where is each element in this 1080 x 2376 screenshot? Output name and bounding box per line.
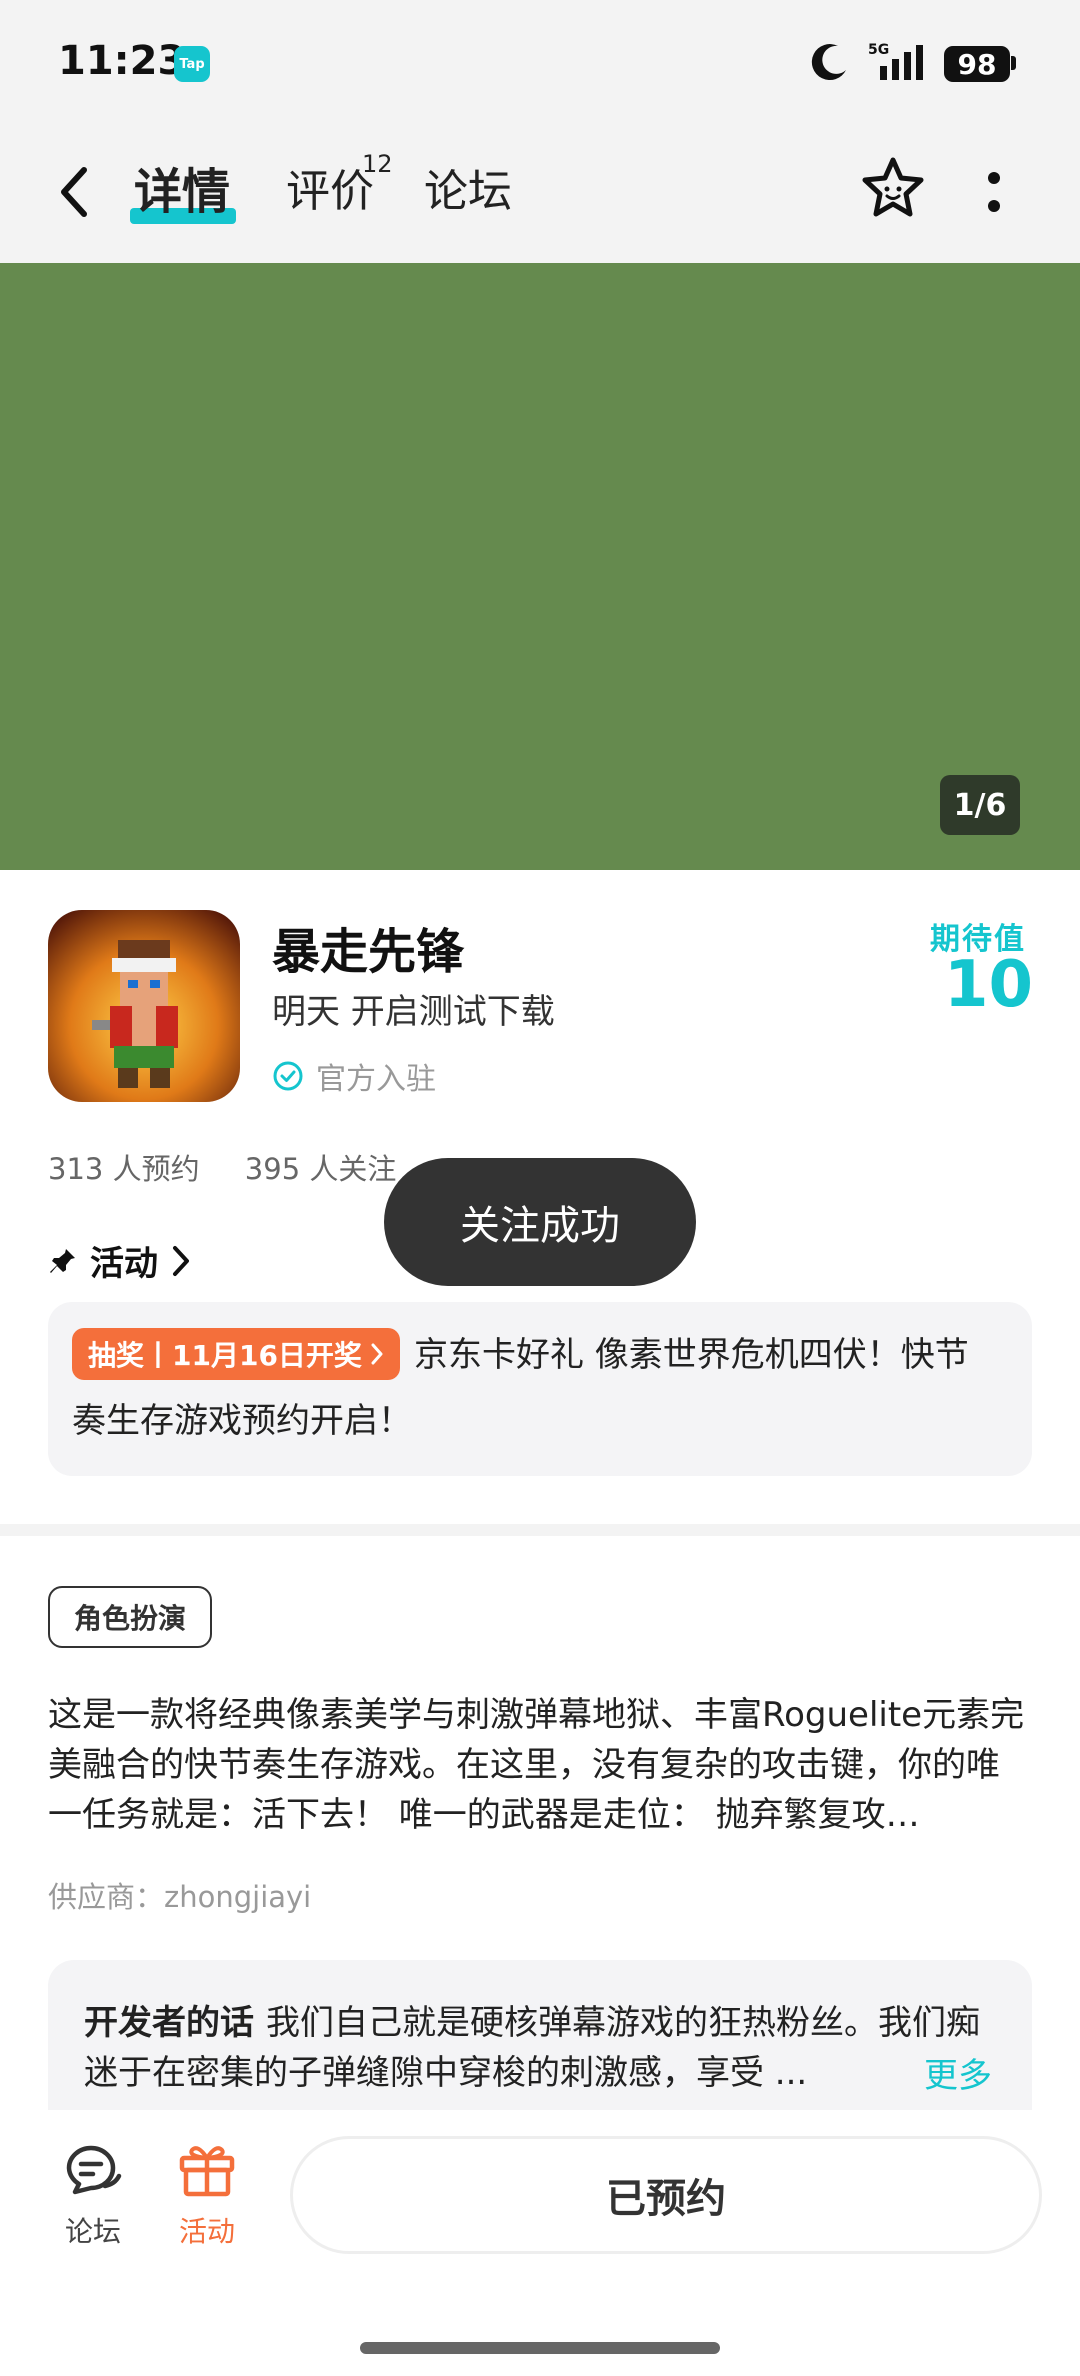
- genre-tag[interactable]: 角色扮演: [48, 1586, 212, 1648]
- reserved-button[interactable]: 已预约: [290, 2136, 1042, 2254]
- activity-section-header[interactable]: 活动: [48, 1236, 192, 1285]
- chat-bubble-icon: [66, 2145, 122, 2195]
- supplier-label: 供应商：zhongjiayi: [48, 1880, 312, 1914]
- game-icon: [48, 910, 240, 1102]
- game-subtitle: 明天 开启测试下载: [272, 992, 555, 1032]
- section-divider: [0, 1524, 1080, 1536]
- official-label: 官方入驻: [316, 1062, 436, 1097]
- signal-5g-icon: 5G: [868, 42, 923, 80]
- home-indicator[interactable]: [360, 2342, 720, 2354]
- status-time: 11:23: [58, 38, 186, 84]
- chevron-right-icon: [173, 1245, 189, 1276]
- game-title: 暴走先锋: [272, 924, 465, 980]
- tab-details[interactable]: 详情: [134, 162, 230, 222]
- toast-message: 关注成功: [384, 1158, 696, 1286]
- game-stats: 313 人预约 395 人关注: [48, 1146, 432, 1188]
- media-pager: 1/6: [940, 775, 1020, 835]
- more-link[interactable]: 更多: [918, 2048, 992, 2097]
- check-circle-icon: [273, 1061, 303, 1091]
- moon-icon: [811, 44, 846, 81]
- pin-icon: [50, 1248, 75, 1273]
- expect-value: 10: [944, 948, 1034, 1022]
- follower-count: 395 人关注: [244, 1152, 397, 1186]
- taptap-icon: Tap: [174, 46, 210, 82]
- nav-activity-label: 活动: [178, 2215, 235, 2248]
- gift-icon: [179, 2146, 235, 2197]
- lottery-tag[interactable]: 抽奖丨11月16日开奖: [72, 1328, 400, 1380]
- lottery-tag-label: 抽奖丨11月16日开奖: [88, 1339, 362, 1372]
- more-vertical-icon[interactable]: [986, 170, 1002, 214]
- svg-text:5G: 5G: [868, 42, 889, 58]
- nav-forum-label: 论坛: [64, 2215, 121, 2248]
- nav-forum[interactable]: 论坛: [58, 2140, 128, 2250]
- game-description[interactable]: 这是一款将经典像素美学与刺激弹幕地狱、丰富Roguelite元素完美融合的快节奏…: [48, 1690, 1032, 1840]
- activity-heading: 活动: [90, 1244, 158, 1284]
- media-carousel[interactable]: [0, 263, 1080, 870]
- battery-indicator: 98: [944, 46, 1010, 82]
- chevron-right-icon: [371, 1343, 383, 1365]
- tab-reviews[interactable]: 评价: [286, 162, 374, 222]
- developer-text-block: 开发者的话 我们自己就是硬核弹幕游戏的狂热粉丝。我们痴迷于在密集的子弹缝隙中穿梭的…: [84, 1998, 1004, 2098]
- official-badge: 官方入驻: [272, 1054, 436, 1098]
- back-icon[interactable]: [56, 166, 92, 218]
- reservation-count: 313 人预约: [48, 1152, 200, 1186]
- developer-label: 开发者的话: [84, 2003, 254, 2043]
- battery-tip: [1011, 56, 1016, 70]
- tab-forum[interactable]: 论坛: [424, 162, 512, 222]
- review-count: 12: [362, 150, 393, 178]
- star-face-icon[interactable]: [860, 156, 926, 222]
- nav-activity[interactable]: 活动: [172, 2140, 242, 2250]
